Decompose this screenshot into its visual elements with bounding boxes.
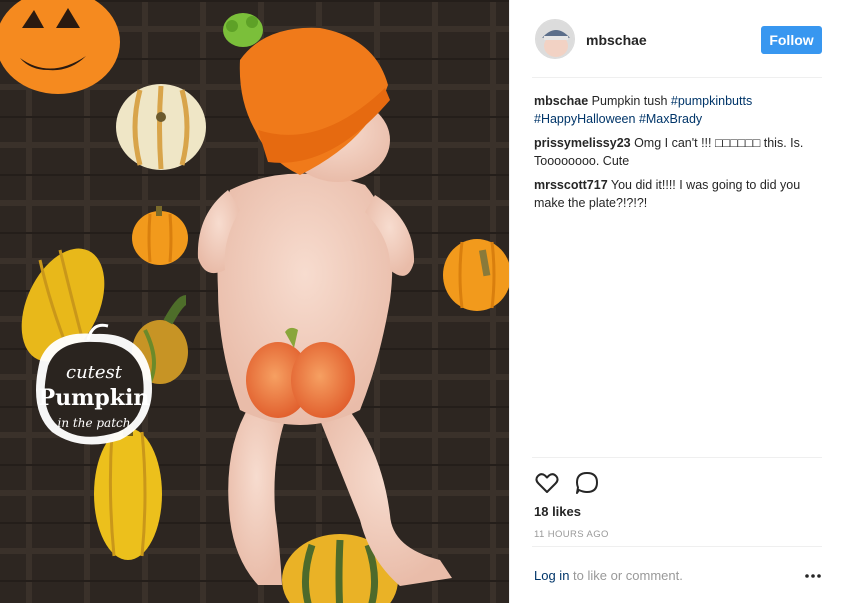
hashtag-link[interactable]: #MaxBrady — [639, 112, 702, 126]
comment-text: Pumpkin tush — [588, 94, 671, 108]
comment-item: prissymelissy23 Omg I can't !!! □□□□□□ t… — [534, 134, 822, 170]
sticker-text-line3: in the patch — [58, 416, 131, 430]
avatar-image — [536, 20, 574, 58]
login-link[interactable]: Log in — [534, 568, 569, 583]
white-pumpkin — [116, 84, 206, 170]
comment-author[interactable]: mbschae — [534, 94, 588, 108]
post-side-inner: mbschae Follow mbschae Pumpkin tush #pum… — [532, 0, 822, 603]
username[interactable]: mbschae — [586, 32, 647, 48]
login-prompt-text: to like or comment. — [569, 568, 683, 583]
follow-button[interactable]: Follow — [761, 26, 822, 54]
comment-author[interactable]: prissymelissy23 — [534, 136, 631, 150]
login-prompt: Log in to like or comment. — [534, 568, 683, 583]
post-photo[interactable]: cutest Pumpkin in the patch — [0, 0, 509, 603]
avatar[interactable] — [535, 19, 575, 59]
hashtag-link[interactable]: #HappyHalloween — [534, 112, 635, 126]
sticker-text-line2: Pumpkin — [39, 385, 150, 411]
right-orange-pumpkin — [443, 239, 509, 311]
comments-list: mbschae Pumpkin tush #pumpkinbutts #Happ… — [534, 92, 822, 218]
sticker-text-line1: cutest — [66, 362, 123, 383]
ellipsis-icon[interactable] — [804, 567, 822, 585]
post-footer: Log in to like or comment. — [532, 546, 822, 603]
post-actions: 18 likes 11 HOURS AGO — [532, 457, 822, 540]
post-timestamp[interactable]: 11 HOURS AGO — [534, 529, 609, 540]
post-side-panel: mbschae Follow mbschae Pumpkin tush #pum… — [509, 0, 848, 603]
hashtag-link[interactable]: #pumpkinbutts — [671, 94, 752, 108]
photo-image: cutest Pumpkin in the patch — [0, 0, 509, 603]
comment-author[interactable]: mrsscott717 — [534, 178, 608, 192]
comment-item: mrsscott717 You did it!!!! I was going t… — [534, 176, 822, 212]
post-header: mbschae Follow — [532, 0, 822, 78]
caption-comment: mbschae Pumpkin tush #pumpkinbutts #Happ… — [534, 92, 822, 128]
likes-count[interactable]: 18 likes — [534, 504, 581, 519]
speech-bubble-icon[interactable] — [574, 470, 600, 496]
heart-icon[interactable] — [534, 470, 560, 496]
